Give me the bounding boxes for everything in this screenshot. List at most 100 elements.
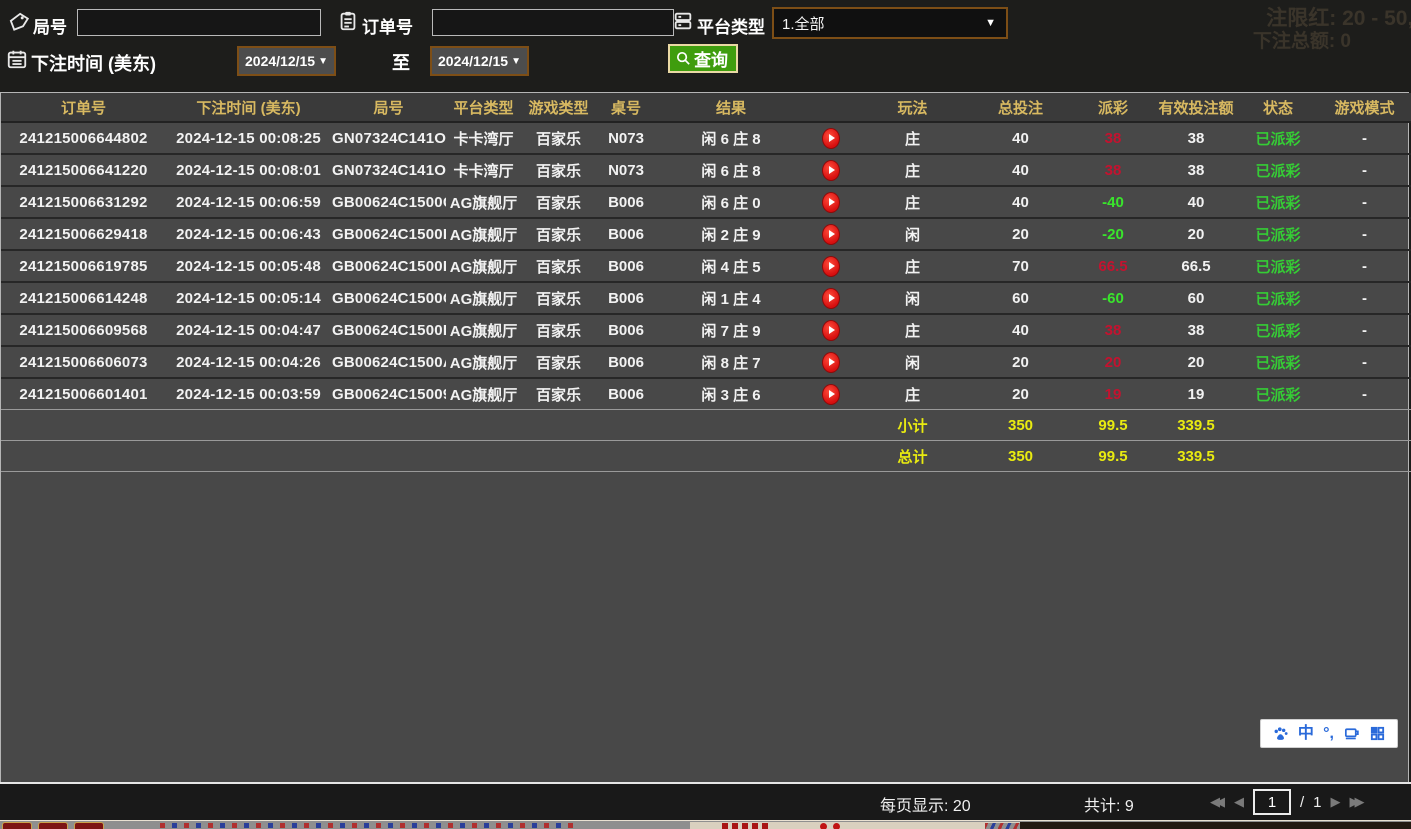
table-row: 241215006609568 2024-12-15 00:04:47 GB00… (1, 314, 1411, 346)
replay-icon[interactable] (822, 288, 840, 309)
ime-skin-icon[interactable] (1343, 725, 1360, 742)
filter-bar: 局号 订单号 平台类型 1.全部 ▼ (0, 0, 1411, 92)
play-cell: 庄 (856, 186, 969, 218)
ime-language-toggle[interactable]: 中 (1298, 726, 1314, 742)
table-no-cell: B006 (596, 378, 656, 410)
order-no-cell: 241215006614248 (1, 282, 166, 314)
status-cell: 已派彩 (1238, 378, 1318, 410)
table-row: 241215006601401 2024-12-15 00:03:59 GB00… (1, 378, 1411, 410)
round-no-label: 局号 (33, 13, 67, 38)
platform-type-label: 平台类型 (697, 13, 765, 38)
game-mode-cell: - (1318, 346, 1411, 378)
chevron-down-icon: ▼ (511, 56, 521, 67)
date-to-joiner: 至 (392, 49, 410, 75)
table-row: 241215006641220 2024-12-15 00:08:01 GN07… (1, 154, 1411, 186)
replay-icon[interactable] (822, 256, 840, 277)
prev-page-button[interactable]: ◀ (1234, 794, 1244, 810)
col-play: 玩法 (856, 93, 969, 122)
game-mode-cell: - (1318, 186, 1411, 218)
total-bet-cell: 20 (969, 218, 1072, 250)
platform-type-value: 1.全部 (782, 13, 825, 34)
date-from-select[interactable]: 2024/12/15 ▼ (237, 46, 336, 76)
search-button-label: 查询 (694, 46, 728, 71)
background-bet-limit-text: 注限红: 20 - 50,0 (1266, 2, 1411, 32)
ime-paw-icon[interactable] (1272, 725, 1289, 742)
col-total-bet: 总投注 (969, 93, 1072, 122)
play-cell: 庄 (856, 154, 969, 186)
replay-icon[interactable] (822, 160, 840, 181)
col-round-no: 局号 (331, 93, 446, 122)
play-cell: 庄 (856, 122, 969, 154)
platform-icon (672, 10, 694, 32)
status-cell: 已派彩 (1238, 282, 1318, 314)
payout-cell: 20 (1072, 346, 1154, 378)
total-count-text: 共计: 9 (1084, 792, 1134, 816)
page-number-input[interactable] (1253, 789, 1291, 815)
search-button[interactable]: 查询 (668, 44, 738, 73)
total-bet-cell: 40 (969, 122, 1072, 154)
order-no-cell: 241215006641220 (1, 154, 166, 186)
platform-cell: AG旗舰厅 (446, 186, 521, 218)
per-page-text: 每页显示: 20 (880, 792, 971, 816)
round-no-input[interactable] (77, 9, 321, 36)
ime-toolbar: 中 °, (1260, 719, 1398, 748)
replay-icon[interactable] (822, 320, 840, 341)
background-window-sliver (0, 820, 1411, 829)
subtotal-row: 小计 350 99.5 339.5 (1, 410, 1411, 441)
orders-table: 订单号 下注时间 (美东) 局号 平台类型 游戏类型 桌号 结果 玩法 总投注 … (1, 93, 1411, 472)
total-pages-value: 1 (1313, 794, 1321, 811)
subtotal-valid-bet: 339.5 (1154, 410, 1238, 441)
table-no-cell: B006 (596, 346, 656, 378)
bet-time-cell: 2024-12-15 00:06:59 (166, 186, 331, 218)
replay-icon[interactable] (822, 352, 840, 373)
total-label: 总计 (856, 441, 969, 472)
subtotal-label: 小计 (856, 410, 969, 441)
order-no-cell: 241215006619785 (1, 250, 166, 282)
replay-icon[interactable] (822, 192, 840, 213)
bet-time-cell: 2024-12-15 00:04:26 (166, 346, 331, 378)
background-red-dots (820, 823, 860, 829)
replay-icon[interactable] (822, 128, 840, 149)
total-bet-cell: 20 (969, 378, 1072, 410)
ime-tools-grid-icon[interactable] (1369, 725, 1386, 742)
game-type-cell: 百家乐 (521, 154, 596, 186)
result-cell: 闲 3 庄 6 (656, 378, 806, 410)
ime-punctuation-toggle[interactable]: °, (1323, 726, 1334, 742)
game-type-cell: 百家乐 (521, 186, 596, 218)
table-no-cell: N073 (596, 122, 656, 154)
search-icon (675, 50, 692, 67)
date-to-value: 2024/12/15 (438, 53, 508, 69)
table-no-cell: B006 (596, 218, 656, 250)
per-page-value: 20 (953, 798, 971, 815)
play-cell: 闲 (856, 218, 969, 250)
chevron-down-icon: ▼ (318, 56, 328, 67)
replay-icon[interactable] (822, 384, 840, 405)
round-no-cell: GN07324C141OK (331, 122, 446, 154)
background-dark-strip (1020, 822, 1411, 829)
table-row: 241215006631292 2024-12-15 00:06:59 GB00… (1, 186, 1411, 218)
replay-icon[interactable] (822, 224, 840, 245)
calendar-icon (6, 48, 28, 70)
order-no-cell: 241215006606073 (1, 346, 166, 378)
total-bet-cell: 40 (969, 314, 1072, 346)
round-no-cell: GN07324C141OJ (331, 154, 446, 186)
date-to-select[interactable]: 2024/12/15 ▼ (430, 46, 529, 76)
first-page-button[interactable]: ◀◀ (1210, 794, 1225, 810)
next-page-button[interactable]: ▶ (1331, 794, 1341, 810)
status-cell: 已派彩 (1238, 346, 1318, 378)
table-no-cell: B006 (596, 250, 656, 282)
bet-time-cell: 2024-12-15 00:08:01 (166, 154, 331, 186)
clipboard-icon (337, 10, 359, 32)
result-cell: 闲 7 庄 9 (656, 314, 806, 346)
col-replay (806, 93, 856, 122)
last-page-button[interactable]: ▶▶ (1350, 794, 1365, 810)
order-no-input[interactable] (432, 9, 674, 36)
order-no-cell: 241215006629418 (1, 218, 166, 250)
valid-bet-cell: 60 (1154, 282, 1238, 314)
total-row: 总计 350 99.5 339.5 (1, 441, 1411, 472)
round-no-cell: GB00624C1500C (331, 282, 446, 314)
total-bet-cell: 60 (969, 282, 1072, 314)
col-status: 状态 (1238, 93, 1318, 122)
platform-type-select[interactable]: 1.全部 ▼ (772, 7, 1008, 39)
col-platform: 平台类型 (446, 93, 521, 122)
